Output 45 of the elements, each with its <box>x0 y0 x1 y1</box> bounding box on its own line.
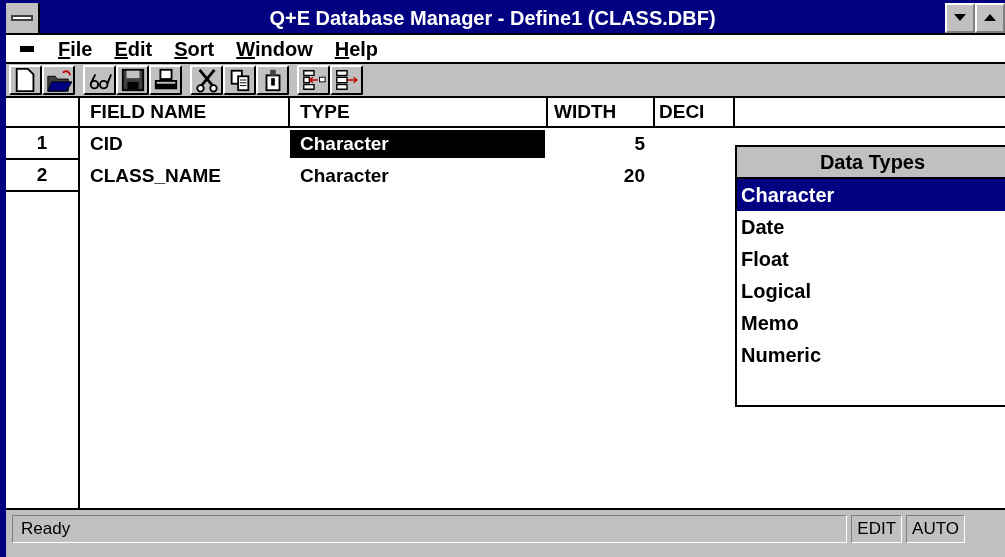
up-arrow-icon <box>984 14 996 22</box>
window-title: Q+E Database Manager - Define1 (CLASS.DBF) <box>268 6 717 31</box>
toolbar-button[interactable] <box>190 65 223 95</box>
row-number: 1 <box>36 130 48 155</box>
table-cell[interactable]: Character <box>290 130 545 158</box>
column-header: WIDTH <box>548 98 655 126</box>
list-title: Data Types <box>737 147 1005 179</box>
toolbar-button[interactable] <box>223 65 256 95</box>
toolbar-button[interactable] <box>149 65 182 95</box>
table-cell[interactable]: Character <box>290 162 399 190</box>
open-folder-icon <box>44 67 73 93</box>
list-item[interactable]: Date <box>737 211 1005 243</box>
column-header: TYPE <box>290 98 548 126</box>
table-cell[interactable]: 5 <box>548 130 655 158</box>
menu-item[interactable]: Sort <box>174 33 215 64</box>
control-menu-button[interactable] <box>6 3 40 33</box>
table-cell[interactable]: CLASS_NAME <box>80 162 231 190</box>
column-header: FIELD NAME <box>80 98 290 126</box>
row-number: 2 <box>36 162 48 187</box>
menu-item[interactable]: Help <box>334 33 379 64</box>
list-item[interactable]: Float <box>737 243 1005 275</box>
down-arrow-icon <box>954 14 966 22</box>
minimize-button[interactable] <box>945 3 975 33</box>
list-item[interactable]: Memo <box>737 307 1005 339</box>
menu-item[interactable]: Edit <box>114 33 153 64</box>
toolbar-button[interactable] <box>330 65 363 95</box>
toolbar-button[interactable] <box>42 65 75 95</box>
toolbar-button[interactable] <box>116 65 149 95</box>
status-indicator: EDIT <box>851 515 903 543</box>
menu-item[interactable]: File <box>58 33 93 64</box>
table-cell[interactable]: 20 <box>548 162 655 190</box>
maximize-button[interactable] <box>975 3 1005 33</box>
list-item[interactable]: Numeric <box>737 339 1005 371</box>
column-header: DECI <box>655 98 735 126</box>
menu-item[interactable]: Window <box>236 33 313 64</box>
toolbar-button[interactable] <box>297 65 330 95</box>
table-cell[interactable]: CID <box>80 130 133 158</box>
status-message: Ready <box>12 515 848 543</box>
status-indicator: AUTO <box>906 515 965 543</box>
toolbar-button[interactable] <box>9 65 42 95</box>
list-item[interactable]: Character <box>737 179 1005 211</box>
toolbar-button[interactable] <box>256 65 289 95</box>
toolbar-button[interactable] <box>83 65 116 95</box>
list-item[interactable]: Logical <box>737 275 1005 307</box>
document-menu-button[interactable] <box>20 45 34 52</box>
